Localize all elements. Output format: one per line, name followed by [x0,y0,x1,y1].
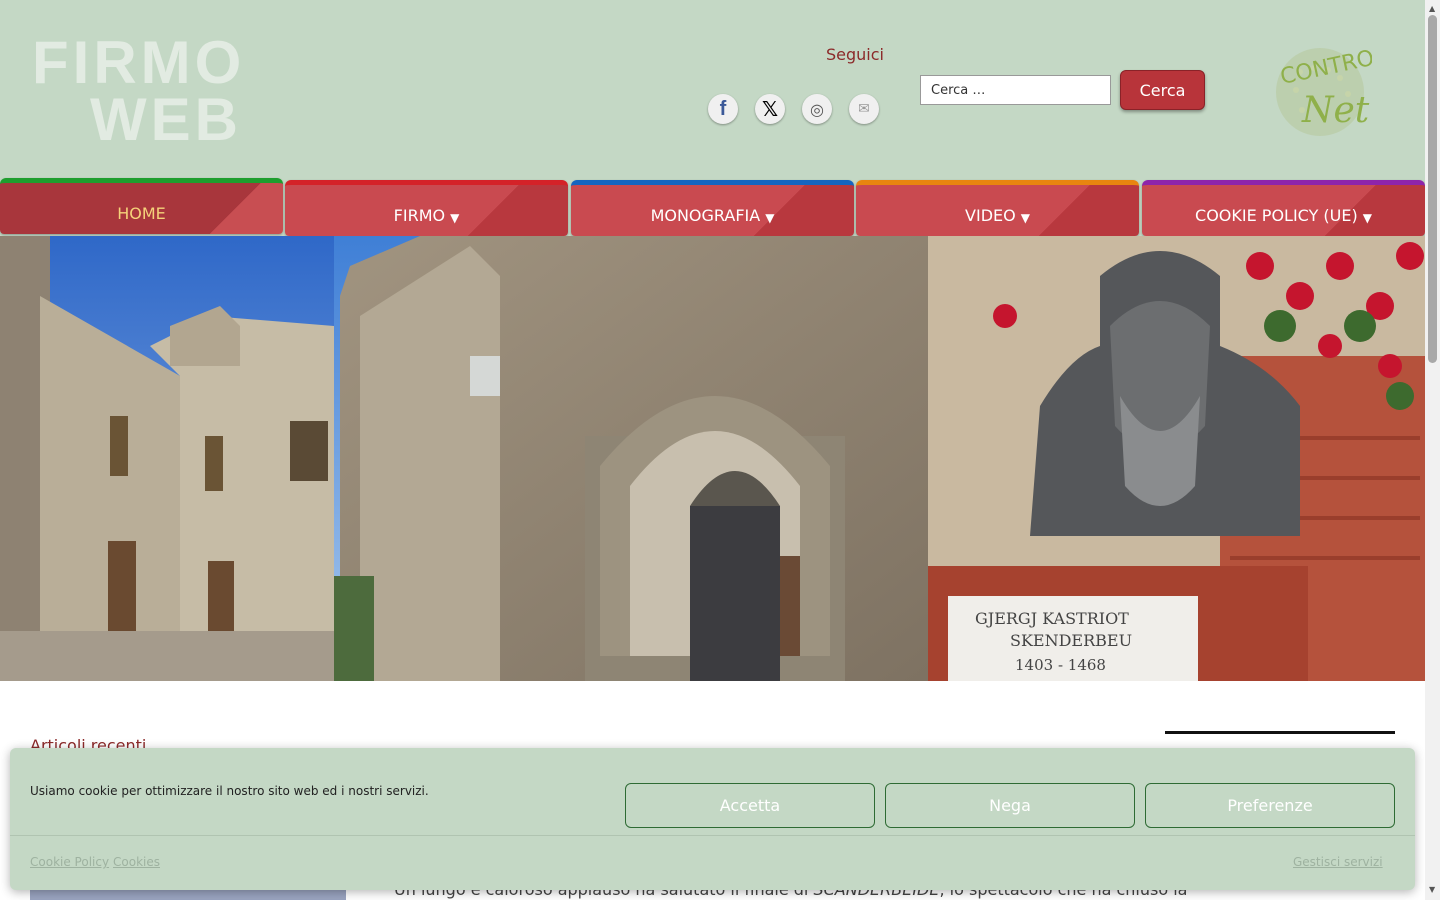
nav-item-video[interactable]: VIDEO ▼ [856,180,1139,236]
main-navigation: HOME FIRMO ▼ MONOGRAFIA ▼ VIDEO ▼ COOKIE… [0,178,1425,236]
page-scrollbar[interactable]: ▲ ▼ [1425,0,1440,900]
manage-services-link[interactable]: Gestisci servizi [1293,855,1383,869]
cookies-link[interactable]: Cookies [113,855,160,869]
nav-item-home[interactable]: HOME [0,178,283,234]
cookie-policy-link[interactable]: Cookie Policy [30,855,109,869]
scroll-up-icon[interactable]: ▲ [1429,4,1435,13]
search-input[interactable] [920,75,1111,105]
preferences-button[interactable]: Preferenze [1145,783,1395,828]
site-logo[interactable]: FIRMO WEB [32,28,332,148]
nav-item-cookie-policy[interactable]: COOKIE POLICY (UE) ▼ [1142,180,1425,236]
x-icon[interactable]: 𝕏 [755,94,785,124]
caret-down-icon: ▼ [450,211,460,225]
facebook-icon[interactable]: f [708,94,738,124]
hero-photo-gateway [334,236,928,681]
nav-item-monografia[interactable]: MONOGRAFIA ▼ [571,180,854,236]
logo-line2: WEB [90,86,242,148]
scrollbar-thumb[interactable] [1428,15,1437,363]
cookie-message: Usiamo cookie per ottimizzare il nostro … [30,784,429,798]
instagram-icon[interactable]: ◎ [802,94,832,124]
nav-item-home-label: HOME [117,203,166,223]
partner-logo[interactable]: CONTRO Net [1268,40,1376,140]
accept-button[interactable]: Accetta [625,783,875,828]
nav-item-cookie-policy-label: COOKIE POLICY (UE) [1195,205,1358,225]
nav-item-monografia-label: MONOGRAFIA [650,205,761,225]
hero-photo-statue: GJERGJ KASTRIOT SKENDERBEU 1403 - 1468 [928,236,1425,681]
social-links: f 𝕏 ◎ ✉ [708,94,879,124]
caret-down-icon: ▼ [1020,211,1030,225]
cookie-divider [10,835,1415,836]
scroll-down-icon[interactable]: ▼ [1429,885,1435,894]
mail-icon[interactable]: ✉ [849,94,879,124]
caret-down-icon: ▼ [1362,211,1372,225]
nav-item-firmo[interactable]: FIRMO ▼ [285,180,568,236]
search-button[interactable]: Cerca [1120,70,1205,110]
follow-label: Seguici [826,45,884,64]
cookie-banner: Usiamo cookie per ottimizzare il nostro … [10,748,1415,890]
plaque-line3: 1403 - 1468 [1015,656,1106,674]
nav-item-video-label: VIDEO [965,205,1016,225]
hero-banner: GJERGJ KASTRIOT SKENDERBEU 1403 - 1468 [0,236,1425,681]
deny-button[interactable]: Nega [885,783,1135,828]
sidebar-divider [1165,731,1395,734]
plaque-line2: SKENDERBEU [1010,631,1132,650]
nav-item-firmo-label: FIRMO [393,205,446,225]
plaque-line1: GJERGJ KASTRIOT [975,609,1129,628]
caret-down-icon: ▼ [765,211,775,225]
hero-photo-building [0,236,334,681]
partner-logo-line2: Net [1301,90,1370,131]
